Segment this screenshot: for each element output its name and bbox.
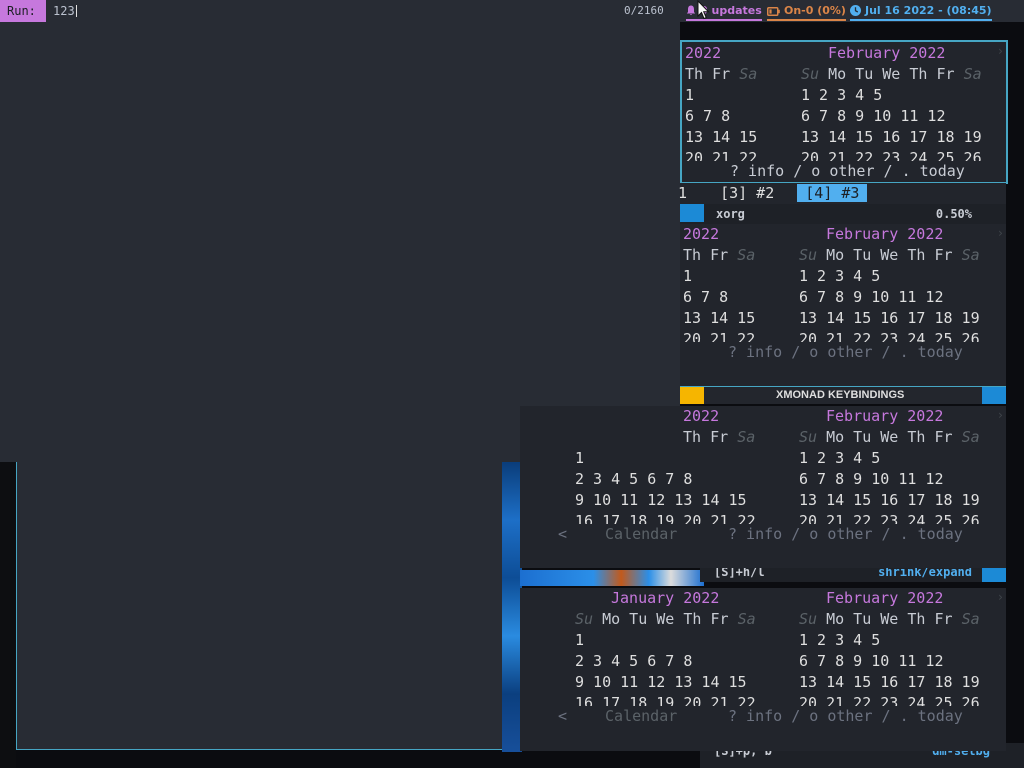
- keybindings-header: XMONAD KEYBINDINGS: [680, 386, 1006, 404]
- prev-arrow[interactable]: <: [558, 707, 567, 725]
- month-title-feb: February 2022: [828, 44, 946, 62]
- week-row: 1: [575, 631, 585, 649]
- calendar-panel-3[interactable]: 2022 February 2022 Th Fr Sa Su Mo Tu We …: [520, 406, 1006, 568]
- battery-text: On-0 (0%): [784, 4, 846, 17]
- week-row: 6 7 8 9 10 11 12: [799, 652, 944, 670]
- clock-icon: [850, 4, 861, 21]
- accent-bar: [982, 386, 1006, 404]
- week-row: 13 14 15 16 17 18 19: [799, 491, 980, 509]
- weekday-header-feb: Su Mo Tu We Th Fr Sa: [801, 65, 982, 83]
- week-row: 13 14 15: [685, 128, 758, 146]
- scroll-right-icon: ›: [996, 408, 1004, 422]
- week-row: 1: [575, 449, 585, 467]
- desktop-background: [0, 462, 16, 768]
- workspace-tabs: 1 [3] #2 [4] #3: [678, 183, 1006, 204]
- battery-icon: [767, 4, 780, 21]
- keybindings-title: XMONAD KEYBINDINGS: [776, 389, 905, 401]
- weekday-header-feb: Su Mo Tu We Th Fr Sa: [799, 428, 980, 446]
- week-row: 1 2 3 4 5: [801, 86, 883, 104]
- calendar-footer: < Calendar: [558, 524, 677, 545]
- week-row: 1: [685, 86, 695, 104]
- run-input[interactable]: 123: [53, 0, 77, 22]
- weekday-header-jan: Su Mo Tu We Th Fr Sa: [575, 610, 756, 628]
- clock-widget[interactable]: Jul 16 2022 - (08:45): [850, 2, 992, 21]
- month-title-feb: February 2022: [826, 407, 944, 425]
- calendar-panel-2[interactable]: 2022 February 2022 Th Fr Sa Su Mo Tu We …: [680, 224, 1006, 387]
- process-name: xorg: [716, 207, 745, 221]
- week-row: 6 7 8 9 10 11 12: [801, 107, 946, 125]
- month-title-jan-partial: 2022: [683, 407, 720, 425]
- week-row: 6 7 8: [685, 107, 731, 125]
- calendar-footer: < Calendar: [558, 706, 677, 727]
- calendar-footer-help: ? info / o other / . today: [730, 162, 965, 180]
- month-title-jan: January 2022: [611, 589, 720, 607]
- week-row: 6 7 8 9 10 11 12: [799, 470, 944, 488]
- week-row: 9 10 11 12 13 14 15: [575, 491, 747, 509]
- prev-arrow[interactable]: <: [558, 525, 567, 543]
- week-row: 13 14 15 16 17 18 19: [799, 673, 980, 691]
- scroll-right-icon: ›: [996, 590, 1004, 604]
- weekday-header-jan-partial: Th Fr Sa: [683, 428, 756, 446]
- month-title-feb: February 2022: [826, 589, 944, 607]
- match-count: 0/2160: [624, 4, 664, 17]
- week-row: 13 14 15 16 17 18 19: [799, 309, 980, 327]
- accent-bar: [680, 386, 704, 404]
- text-cursor: [75, 5, 77, 17]
- weekday-header-jan-partial: Th Fr Sa: [683, 246, 756, 264]
- weekday-header-feb: Su Mo Tu We Th Fr Sa: [799, 610, 980, 628]
- week-row: 1 2 3 4 5: [799, 267, 881, 285]
- wallpaper-strip: [502, 462, 522, 752]
- process-cpu: 0.50%: [935, 207, 972, 221]
- week-row: 13 14 15: [683, 309, 756, 327]
- weekday-header-jan-partial: Th Fr Sa: [685, 65, 758, 83]
- workspace-4-tab-active[interactable]: [4] #3: [797, 184, 868, 202]
- week-row: 2 3 4 5 6 7 8: [575, 470, 693, 488]
- run-prompt-label: Run:: [0, 0, 46, 22]
- scroll-right-icon: ›: [996, 44, 1004, 58]
- scroll-right-icon: ›: [996, 226, 1004, 240]
- dmenu-results-area[interactable]: [0, 22, 680, 462]
- calendar-panel-4[interactable]: January 2022 February 2022 Su Mo Tu We T…: [520, 588, 1006, 751]
- week-row: 13 14 15 16 17 18 19: [801, 128, 982, 146]
- process-row: xorg 0.50%: [680, 204, 1006, 224]
- weekday-header-feb: Su Mo Tu We Th Fr Sa: [799, 246, 980, 264]
- month-title-jan-partial: 2022: [683, 225, 720, 243]
- wallpaper-patch: [520, 570, 704, 586]
- calendar-panel-1[interactable]: 2022 February 2022 Th Fr Sa Su Mo Tu We …: [680, 40, 1008, 184]
- week-row: 1 2 3 4 5: [799, 631, 881, 649]
- week-row: 2 3 4 5 6 7 8: [575, 652, 693, 670]
- month-title-jan-partial: 2022: [685, 44, 722, 62]
- clock-text: Jul 16 2022 - (08:45): [865, 4, 992, 17]
- week-row: 9 10 11 12 13 14 15: [575, 673, 747, 691]
- workspace-1-tab[interactable]: 1: [678, 184, 687, 202]
- battery-widget[interactable]: On-0 (0%): [767, 2, 846, 21]
- wallpaper-fragment: [680, 204, 704, 222]
- terminal-window[interactable]: [16, 462, 504, 750]
- calendar-label: Calendar: [605, 525, 678, 543]
- calendar-footer-help: ? info / o other / . today: [728, 343, 963, 361]
- week-row: 1: [683, 267, 693, 285]
- mouse-pointer-icon: [697, 0, 711, 24]
- run-input-value: 123: [53, 4, 75, 18]
- calendar-label: Calendar: [605, 707, 678, 725]
- week-row: 6 7 8: [683, 288, 729, 306]
- workspace-3-tab[interactable]: [3] #2: [720, 184, 774, 202]
- bell-icon: [686, 4, 696, 21]
- week-row: 6 7 8 9 10 11 12: [799, 288, 944, 306]
- calendar-footer-help: ? info / o other / . today: [728, 525, 963, 543]
- calendar-footer-help: ? info / o other / . today: [728, 707, 963, 725]
- week-row: 1 2 3 4 5: [799, 449, 881, 467]
- month-title-feb: February 2022: [826, 225, 944, 243]
